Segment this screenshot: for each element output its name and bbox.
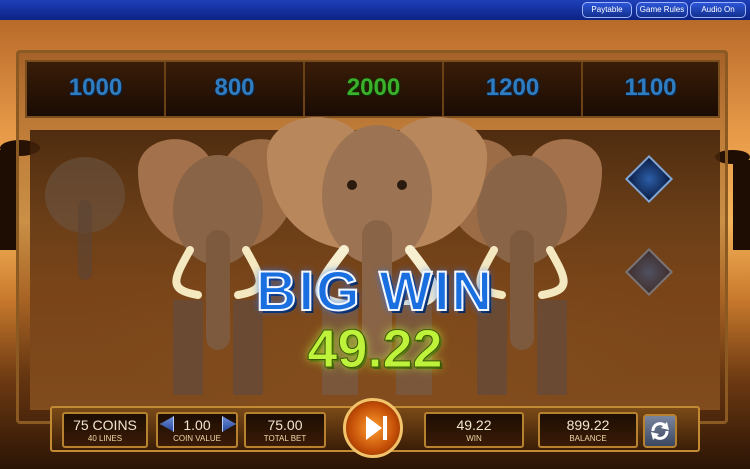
win-box: 49.22 WIN — [424, 412, 524, 448]
lines-label: 40 LINES — [87, 434, 123, 443]
total-bet-value: 75.00 — [267, 417, 303, 433]
jackpot-value-1: 1000 — [68, 74, 123, 101]
jackpot-value-5: 1100 — [624, 74, 677, 101]
top-menu-bar: Paytable Game Rules Audio On — [0, 0, 750, 20]
jackpot-value-4: 1200 — [485, 74, 540, 101]
jackpot-cell-5: 1100 — [583, 62, 718, 116]
acacia-tree-right — [733, 160, 750, 250]
coins-lines-box[interactable]: 75 COINS 40 LINES — [62, 412, 148, 448]
audio-toggle-button[interactable]: Audio On — [690, 2, 746, 18]
coin-value-label: COIN VALUE — [173, 434, 221, 443]
coin-value-box: 1.00 COIN VALUE — [156, 412, 238, 448]
play-icon — [366, 416, 387, 440]
spin-button[interactable] — [343, 398, 403, 458]
balance-value: 899.22 — [566, 417, 610, 433]
game-rules-button[interactable]: Game Rules — [636, 2, 688, 18]
jackpot-cell-1: 1000 — [27, 62, 166, 116]
win-value: 49.22 — [456, 417, 492, 433]
balance-box: 899.22 BALANCE — [538, 412, 638, 448]
total-bet-box: 75.00 TOTAL BET — [244, 412, 326, 448]
jackpot-value-3: 2000 — [346, 74, 401, 101]
autoplay-button[interactable] — [643, 414, 677, 448]
paytable-button[interactable]: Paytable — [582, 2, 632, 18]
big-win-amount: 49.22 — [307, 319, 443, 380]
total-bet-label: TOTAL BET — [263, 434, 307, 443]
coins-value: 75 COINS — [73, 417, 137, 433]
balance-label: BALANCE — [569, 434, 607, 443]
refresh-icon — [651, 422, 669, 440]
big-win-title: BIG WIN — [255, 258, 494, 323]
jackpot-value-2: 800 — [214, 74, 255, 101]
win-label: WIN — [466, 434, 482, 443]
elephant-symbol-faded — [45, 157, 125, 280]
